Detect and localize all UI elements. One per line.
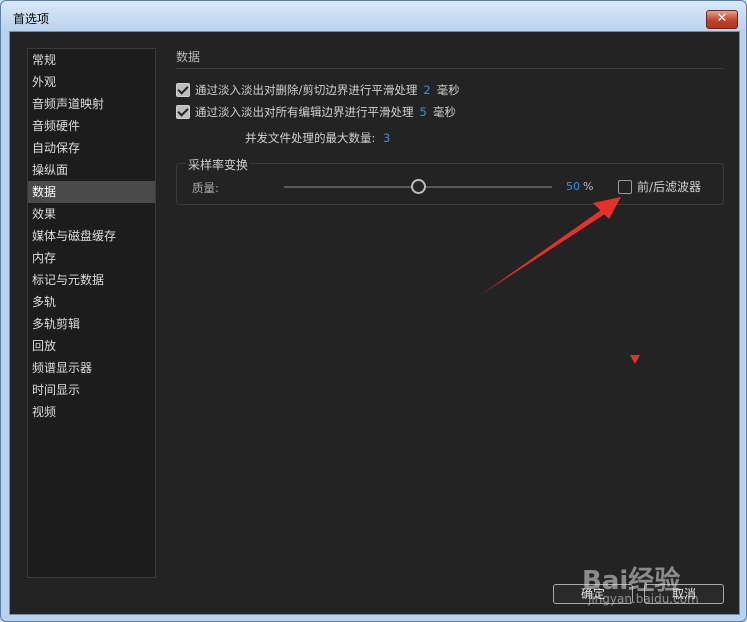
sidebar-item[interactable]: 内存 (28, 247, 155, 269)
sidebar-item[interactable]: 自动保存 (28, 137, 155, 159)
smooth-edit-option[interactable]: 通过淡入淡出对所有编辑边界进行平滑处理 5 毫秒 (176, 103, 456, 121)
sidebar-item[interactable]: 常规 (28, 49, 155, 71)
smooth-edit-value[interactable]: 5 (420, 105, 427, 119)
sidebar-item[interactable]: 效果 (28, 203, 155, 225)
sidebar-item[interactable]: 时间显示 (28, 379, 155, 401)
sidebar-item[interactable]: 音频声道映射 (28, 93, 155, 115)
smooth-edit-label: 通过淡入淡出对所有编辑边界进行平滑处理 (195, 105, 414, 119)
quality-slider-thumb[interactable] (411, 179, 426, 194)
sidebar-item[interactable]: 标记与元数据 (28, 269, 155, 291)
concurrency-label: 并发文件处理的最大数量: (245, 131, 376, 145)
pre-post-filter-checkbox[interactable] (618, 179, 632, 194)
quality-value[interactable]: 50 (566, 180, 580, 193)
smooth-delete-option[interactable]: 通过淡入淡出对删除/剪切边界进行平滑处理 2 毫秒 (176, 81, 460, 99)
quality-label: 质量: (192, 181, 219, 195)
close-button[interactable]: ✕ (706, 10, 738, 29)
smooth-edit-unit: 毫秒 (432, 105, 456, 119)
resample-group-title: 采样率变换 (186, 156, 251, 173)
preferences-window: 首选项 ✕ 常规 外观 音频声道映射 音频硬件 自动保存 操纵面 数据 效果 媒体与磁盘缓存 内存… (0, 0, 747, 622)
sidebar-item[interactable]: 音频硬件 (28, 115, 155, 137)
baidu-jingyan-watermark: Bai经验 jingyan.baidu.com (570, 542, 740, 612)
window-title: 首选项 (13, 12, 50, 26)
smooth-delete-checkbox[interactable] (176, 83, 190, 97)
sidebar-item[interactable]: 视频 (28, 401, 155, 423)
concurrency-row: 并发文件处理的最大数量: 3 (245, 130, 396, 146)
sidebar-item[interactable]: 数据 (28, 181, 155, 203)
smooth-delete-value[interactable]: 2 (423, 83, 430, 97)
smooth-delete-unit: 毫秒 (436, 83, 460, 97)
category-list: 常规 外观 音频声道映射 音频硬件 自动保存 操纵面 数据 效果 媒体与磁盘缓存 内存 标记与元数据… (27, 48, 156, 578)
concurrency-value[interactable]: 3 (383, 131, 390, 145)
watermark-url: jingyan.baidu.com (588, 592, 699, 606)
sidebar-item[interactable]: 多轨剪辑 (28, 313, 155, 335)
red-triangle-marker (630, 355, 640, 364)
pre-post-filter-option[interactable]: 前/后滤波器 (618, 178, 701, 195)
dialog-body: 常规 外观 音频声道映射 音频硬件 自动保存 操纵面 数据 效果 媒体与磁盘缓存 内存 标记与元数据… (9, 31, 740, 615)
sidebar-item[interactable]: 频谱显示器 (28, 357, 155, 379)
sidebar-item[interactable]: 回放 (28, 335, 155, 357)
pre-post-filter-label: 前/后滤波器 (637, 180, 702, 194)
quality-unit: % (583, 180, 594, 193)
panel-title: 数据 (176, 50, 201, 64)
sidebar-item[interactable]: 外观 (28, 71, 155, 93)
sidebar-item[interactable]: 媒体与磁盘缓存 (28, 225, 155, 247)
quality-readout: 50% (566, 180, 593, 193)
smooth-delete-label: 通过淡入淡出对删除/剪切边界进行平滑处理 (195, 83, 418, 97)
sidebar-item[interactable]: 操纵面 (28, 159, 155, 181)
smooth-edit-checkbox[interactable] (176, 105, 190, 119)
sidebar-item[interactable]: 多轨 (28, 291, 155, 313)
divider (176, 68, 724, 69)
